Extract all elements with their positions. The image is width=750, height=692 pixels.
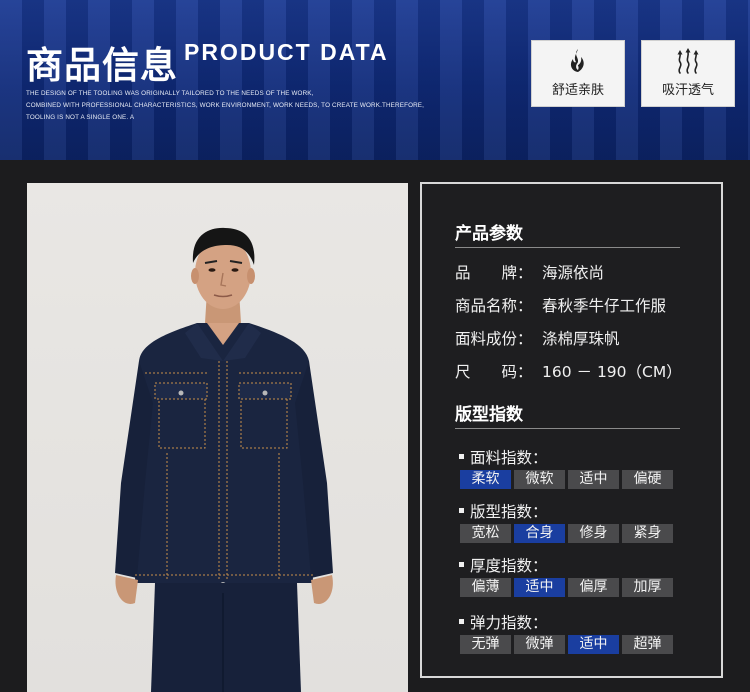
divider: [455, 247, 680, 248]
param-row-name: 商品名称： 春秋季牛仔工作服: [455, 294, 666, 316]
fit-chip: 偏薄: [460, 578, 511, 597]
fit-chip: 修身: [568, 524, 619, 543]
header-banner: 商品信息 PRODUCT DATA THE DESIGN OF THE TOOL…: [0, 0, 750, 160]
bullet-square-icon: [459, 454, 464, 459]
param-value: 涤棉厚珠帆: [542, 330, 620, 348]
index-label: 版型指数：: [470, 503, 548, 521]
page-title-en: PRODUCT DATA: [184, 39, 389, 65]
bullet-square-icon: [459, 562, 464, 567]
fit-chip: 加厚: [622, 578, 673, 597]
airflow-arrows-icon: [677, 48, 699, 74]
param-value: 春秋季牛仔工作服: [542, 297, 667, 315]
description-line: TOOLING IS NOT A SINGLE ONE. A: [26, 114, 135, 121]
params-title: 产品参数: [455, 224, 523, 244]
index-label: 弹力指数：: [470, 614, 548, 632]
param-key: 商品名称：: [455, 297, 533, 315]
page-title-cn: 商品信息: [26, 44, 178, 87]
index-heading-fit: 版型指数：: [459, 500, 548, 522]
fit-chip: 微弹: [514, 635, 565, 654]
param-key: 尺 码：: [455, 363, 533, 381]
fit-chip: 适中: [514, 578, 565, 597]
feature-card-comfort: 舒适亲肤: [531, 40, 625, 107]
index-heading-thickness: 厚度指数：: [459, 554, 548, 576]
fit-chip: 偏厚: [568, 578, 619, 597]
product-params-panel: 产品参数 品 牌： 海源依尚 商品名称： 春秋季牛仔工作服 面料成份： 涤棉厚珠帆 尺…: [420, 182, 723, 678]
feature-card-breathable: 吸汗透气: [641, 40, 735, 107]
fit-title: 版型指数: [455, 405, 523, 425]
index-label: 面料指数：: [470, 449, 548, 467]
feature-label: 吸汗透气: [661, 83, 714, 98]
model-in-denim-workwear-illustration: [115, 227, 333, 692]
header-description: THE DESIGN OF THE TOOLING WAS ORIGINALLY…: [26, 88, 496, 124]
param-value: 160 － 190（CM）: [542, 363, 682, 381]
fit-chip: 适中: [568, 635, 619, 654]
fit-chip: 超弹: [622, 635, 673, 654]
bullet-square-icon: [459, 508, 464, 513]
product-photo: [27, 183, 408, 692]
fit-chip: 适中: [568, 470, 619, 489]
fit-chip: 合身: [514, 524, 565, 543]
index-heading-fabric: 面料指数：: [459, 446, 548, 468]
param-value: 海源依尚: [542, 264, 605, 282]
param-key: 面料成份：: [455, 330, 533, 348]
index-heading-stretch: 弹力指数：: [459, 611, 548, 633]
param-key: 品 牌：: [455, 264, 533, 282]
divider: [455, 428, 680, 429]
fit-chip: 无弹: [460, 635, 511, 654]
fit-chip: 宽松: [460, 524, 511, 543]
param-row-brand: 品 牌： 海源依尚: [455, 261, 604, 283]
fit-chip: 柔软: [460, 470, 511, 489]
fit-chip: 紧身: [622, 524, 673, 543]
param-row-size: 尺 码： 160 － 190（CM）: [455, 360, 682, 382]
feature-label: 舒适亲肤: [551, 83, 604, 98]
fit-chip: 微软: [514, 470, 565, 489]
flame-icon: [570, 49, 584, 72]
fit-chip: 偏硬: [622, 470, 673, 489]
param-row-fabric: 面料成份： 涤棉厚珠帆: [455, 327, 620, 349]
description-line: THE DESIGN OF THE TOOLING WAS ORIGINALLY…: [26, 90, 314, 97]
index-label: 厚度指数：: [470, 557, 548, 575]
bullet-square-icon: [459, 619, 464, 624]
description-line: COMBINED WITH PROFESSIONAL CHARACTERISTI…: [26, 102, 425, 109]
